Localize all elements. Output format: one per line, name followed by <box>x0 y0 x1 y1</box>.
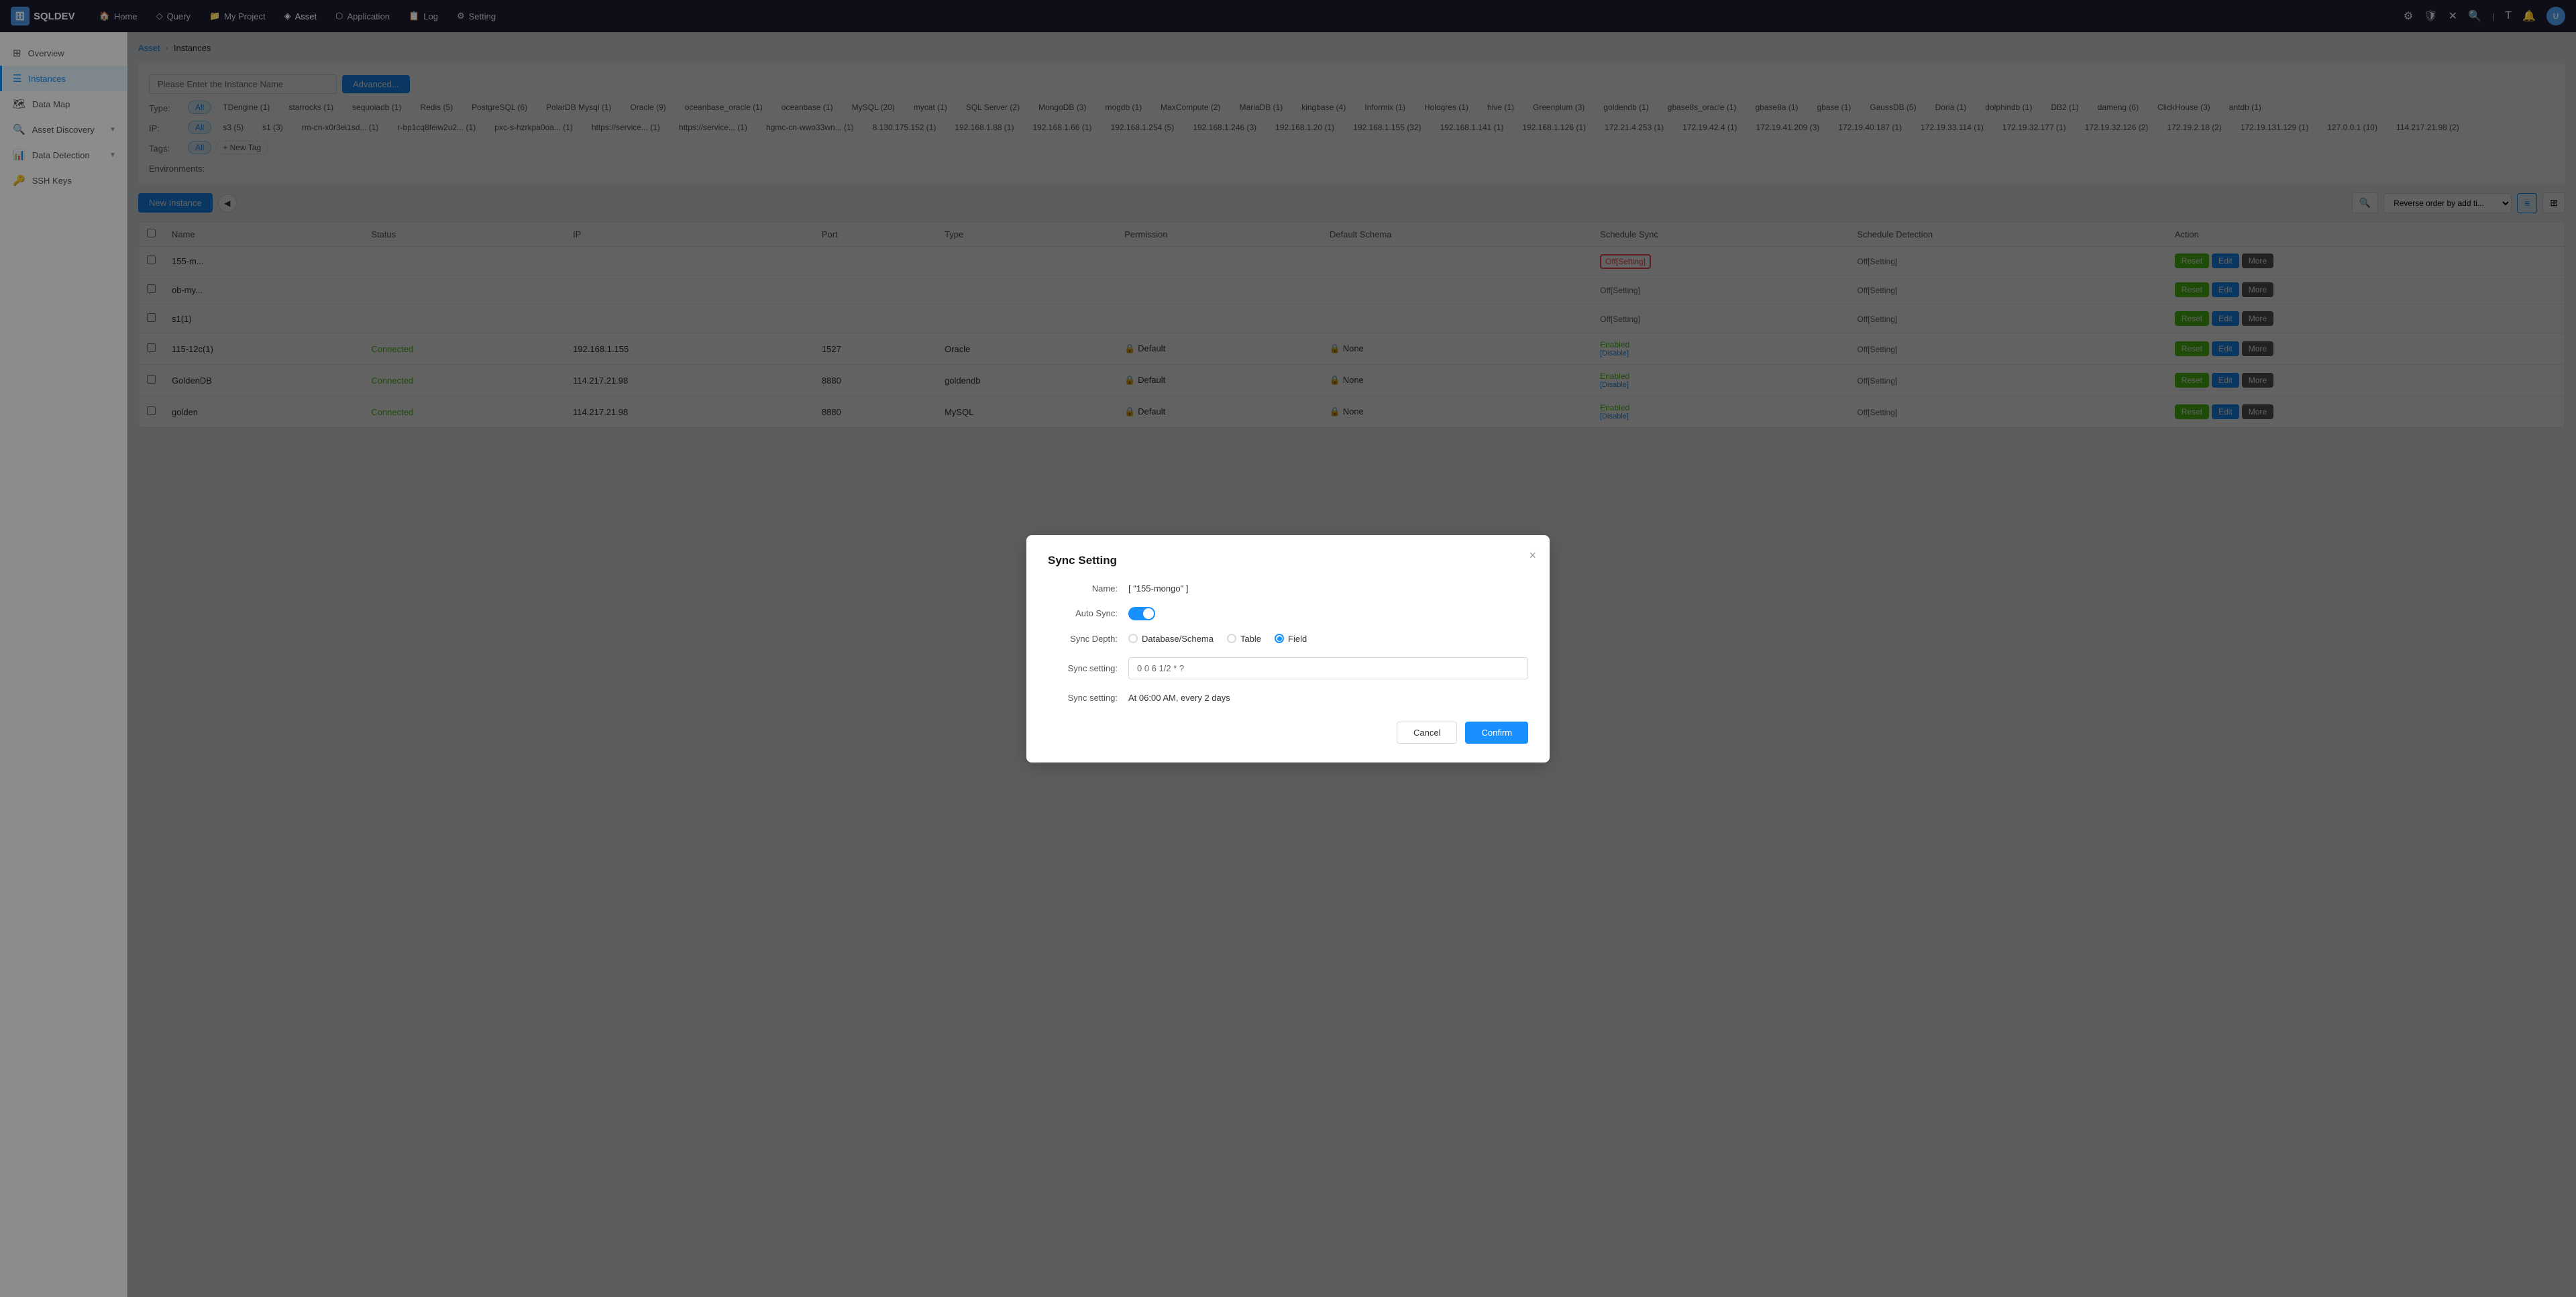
radio-circle-database <box>1128 634 1138 643</box>
modal-sync-depth-row: Sync Depth: Database/Schema Table Field <box>1048 634 1528 644</box>
radio-circle-table <box>1227 634 1236 643</box>
sync-depth-label: Sync Depth: <box>1048 634 1128 644</box>
sync-depth-radio-group: Database/Schema Table Field <box>1128 634 1307 644</box>
modal-cron-row: Sync setting: <box>1048 657 1528 679</box>
cancel-button[interactable]: Cancel <box>1397 722 1457 744</box>
radio-label-database: Database/Schema <box>1142 634 1214 644</box>
sync-setting-modal: Sync Setting × Name: [ "155-mongo" ] Aut… <box>1026 535 1550 763</box>
auto-sync-toggle[interactable] <box>1128 607 1155 620</box>
name-value: [ "155-mongo" ] <box>1128 583 1188 594</box>
modal-title: Sync Setting <box>1048 554 1528 567</box>
name-label: Name: <box>1048 583 1128 594</box>
radio-database-schema[interactable]: Database/Schema <box>1128 634 1214 644</box>
radio-field[interactable]: Field <box>1275 634 1307 644</box>
radio-circle-field <box>1275 634 1284 643</box>
modal-footer: Cancel Confirm <box>1048 722 1528 744</box>
radio-table[interactable]: Table <box>1227 634 1261 644</box>
auto-sync-label: Auto Sync: <box>1048 608 1128 618</box>
modal-overlay[interactable]: Sync Setting × Name: [ "155-mongo" ] Aut… <box>0 0 2576 1297</box>
cron-human-value: At 06:00 AM, every 2 days <box>1128 693 1230 703</box>
cron-input[interactable] <box>1128 657 1528 679</box>
modal-cron-human-row: Sync setting: At 06:00 AM, every 2 days <box>1048 693 1528 703</box>
confirm-button[interactable]: Confirm <box>1465 722 1528 744</box>
radio-label-table: Table <box>1240 634 1261 644</box>
modal-name-row: Name: [ "155-mongo" ] <box>1048 583 1528 594</box>
radio-label-field: Field <box>1288 634 1307 644</box>
sync-setting-label: Sync setting: <box>1048 663 1128 673</box>
modal-close-button[interactable]: × <box>1529 549 1536 563</box>
sync-setting2-label: Sync setting: <box>1048 693 1128 703</box>
modal-auto-sync-row: Auto Sync: <box>1048 607 1528 620</box>
